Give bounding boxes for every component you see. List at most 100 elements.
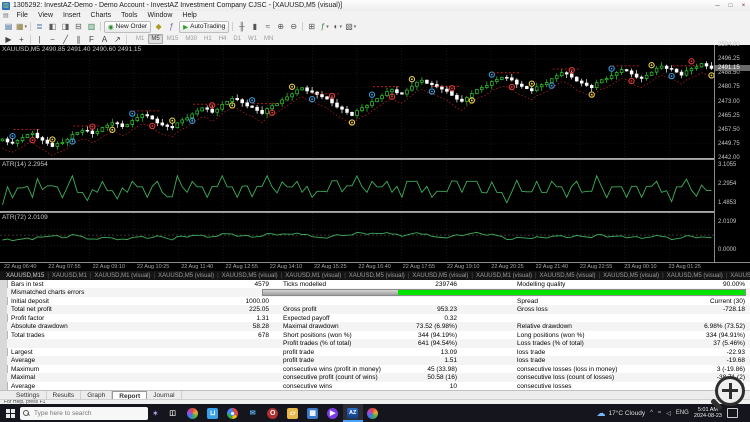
menu-tools[interactable]: Tools xyxy=(116,12,142,19)
file-explorer-icon[interactable]: ▱ xyxy=(283,404,303,422)
data-window-icon[interactable]: ◧ xyxy=(46,21,59,32)
price-axis-column[interactable]: 2504.00 2496.25 2488.50 2480.75 2473.00 2465.… xyxy=(714,42,750,262)
menu-window[interactable]: Window xyxy=(142,12,177,19)
menu-insert[interactable]: Insert xyxy=(58,12,86,19)
menu-file[interactable]: File xyxy=(12,12,33,19)
zoom-overlay-icon[interactable] xyxy=(709,376,747,414)
text-label-icon[interactable]: A xyxy=(98,34,111,45)
timeframe-h1-button[interactable]: H1 xyxy=(201,34,215,44)
metaeditor-icon[interactable]: ◆ xyxy=(152,21,165,32)
timeframe-mn-button[interactable]: MN xyxy=(261,34,276,44)
report-value: 1.31 xyxy=(256,314,269,322)
chart-window-tab[interactable]: XAUUSD,M5 (visual) xyxy=(346,273,408,279)
chart-window-tab[interactable]: XAUUSD,M1 (visual) xyxy=(91,273,153,279)
indicator2-axis-label: 2.0109 xyxy=(718,219,737,225)
timeframe-m15-button[interactable]: M15 xyxy=(164,34,182,44)
main-chart-canvas[interactable] xyxy=(0,45,714,158)
chart-window-tab[interactable]: XAUUSD,M5 (visual) xyxy=(600,273,662,279)
bar-chart-icon[interactable]: ╫ xyxy=(235,21,248,32)
minimize-button[interactable]: ─ xyxy=(711,0,724,11)
new-chart-icon[interactable]: ▤ xyxy=(2,21,15,32)
chart-window-tab[interactable]: XAUUSD,M1 xyxy=(49,273,90,279)
timeframe-m5-button[interactable]: M5 xyxy=(148,34,163,44)
chart-window-tab[interactable]: XAUUSD,M5 (visual) xyxy=(664,273,726,279)
tray-chevron-icon[interactable]: ^ xyxy=(650,410,653,416)
templates-icon[interactable]: ▧ ▾ xyxy=(344,21,357,32)
indicator1-window[interactable]: ATR(14) 2.2954 xyxy=(0,160,714,211)
report-label: Bars in test xyxy=(11,281,44,288)
line-chart-icon[interactable]: ≈ xyxy=(261,21,274,32)
menu-bar-items: File View Insert Charts Tools Window Help xyxy=(12,12,202,19)
taskbar-search[interactable] xyxy=(20,406,148,420)
arrow-objects-icon[interactable]: ↗ xyxy=(111,34,124,45)
report-label: consecutive loss (count of losses) xyxy=(517,374,615,382)
crosshair-icon[interactable]: + xyxy=(15,34,28,45)
strategy-tester-icon[interactable]: ▥ xyxy=(85,21,98,32)
menu-charts[interactable]: Charts xyxy=(86,12,117,19)
timeframe-d1-button[interactable]: D1 xyxy=(230,34,244,44)
metatrader-window: ▥ 1305292: InvestAZ-Demo - Demo Account … xyxy=(0,0,750,422)
indicator1-canvas[interactable] xyxy=(0,160,714,211)
price-axis-label: 2449.75 xyxy=(718,140,740,147)
investaz-terminal-icon[interactable]: AZ xyxy=(342,404,363,422)
navigator-icon[interactable]: ◨ xyxy=(59,21,72,32)
autotrading-button[interactable]: ▶ AutoTrading xyxy=(179,20,230,33)
trendline-icon[interactable]: ╱ xyxy=(59,34,72,45)
browser-app-icon[interactable]: O xyxy=(263,404,283,422)
tray-network-icon[interactable]: ≈ xyxy=(658,410,661,416)
chart-region[interactable]: XAUUSD,M5 2490.85 2491.40 2490.60 2491.1… xyxy=(0,42,750,272)
report-value: 1000.00 xyxy=(245,297,270,305)
indicators-icon[interactable]: ƒ ▾ xyxy=(318,21,331,32)
menu-view[interactable]: View xyxy=(33,12,58,19)
chart-window-tab[interactable]: XAUUSD,M5 (visual) xyxy=(537,273,599,279)
timeframe-h4-button[interactable]: H4 xyxy=(216,34,230,44)
report-rows: Bars in test 4579 Ticks modelled 239746 Mode… xyxy=(7,280,750,390)
market-watch-icon[interactable]: ≣ xyxy=(33,21,46,32)
fibonacci-icon[interactable]: F xyxy=(85,34,98,45)
terminal-icon[interactable]: ⊟ xyxy=(72,21,85,32)
chart-window-tab[interactable]: XAUUSD,M15 (visual) xyxy=(727,273,750,279)
copilot-icon[interactable]: ✶ xyxy=(152,409,159,418)
periods-icon[interactable]: ◐ ▾ xyxy=(331,21,344,32)
start-button[interactable] xyxy=(0,404,20,422)
media-player-icon[interactable]: ▶ xyxy=(323,404,343,422)
vertical-line-icon[interactable]: | xyxy=(33,34,46,45)
expert-advisors-icon[interactable]: ƒ xyxy=(165,21,178,32)
chart-window-tab[interactable]: XAUUSD,M1 (visual) xyxy=(282,273,344,279)
chrome-icon[interactable] xyxy=(223,404,243,422)
profiles-icon[interactable]: ▦ ▾ xyxy=(15,21,28,32)
new-order-button[interactable]: ◉ New Order xyxy=(104,20,152,33)
candlestick-chart-icon[interactable]: ▮ xyxy=(248,21,261,32)
tile-windows-icon[interactable]: ⊞ xyxy=(305,21,318,32)
indicator2-window[interactable]: ATR(72) 2.0109 xyxy=(0,213,714,262)
horizontal-line-icon[interactable]: − xyxy=(46,34,59,45)
weather-widget[interactable]: ☁ 17°C Cloudy xyxy=(597,408,646,419)
chart-window-tab[interactable]: XAUUSD,M5 (visual) xyxy=(219,273,281,279)
chart-window-tab[interactable]: XAUUSD,M5 (visual) xyxy=(155,273,217,279)
report-value: 45 (33.98) xyxy=(427,365,457,373)
calculator-app-icon[interactable]: ▦ xyxy=(303,404,323,422)
search-input[interactable] xyxy=(32,408,136,418)
timeframe-m1-button[interactable]: M1 xyxy=(133,34,147,44)
cursor-icon[interactable]: ▶ xyxy=(2,34,15,45)
maximize-button[interactable]: □ xyxy=(724,0,737,11)
zoom-in-icon[interactable]: ⊕ xyxy=(274,21,287,32)
paint-app-icon[interactable] xyxy=(363,404,383,422)
menu-help[interactable]: Help xyxy=(177,12,201,19)
timeframe-w1-button[interactable]: W1 xyxy=(245,34,260,44)
chart-window-tab[interactable]: XAUUSD,M1 (visual) xyxy=(473,273,535,279)
store-app-icon[interactable]: ⊔ xyxy=(203,404,223,422)
zoom-out-icon[interactable]: ⊖ xyxy=(287,21,300,32)
photos-app-icon[interactable] xyxy=(183,404,203,422)
timeframe-m30-button[interactable]: M30 xyxy=(182,34,200,44)
tray-volume-icon[interactable]: ◁ xyxy=(666,410,671,417)
chart-window-tab[interactable]: XAUUSD,M15 xyxy=(3,273,47,279)
indicator2-canvas[interactable] xyxy=(0,213,714,262)
main-chart-window[interactable]: XAUUSD,M5 2490.85 2491.40 2490.60 2491.1… xyxy=(0,45,714,158)
task-view-icon[interactable]: ◫ xyxy=(163,404,183,422)
mail-app-icon[interactable]: ✉ xyxy=(243,404,263,422)
language-indicator[interactable]: ENG xyxy=(676,410,689,416)
channel-icon[interactable]: ∥ xyxy=(72,34,85,45)
chart-window-tab[interactable]: XAUUSD,M5 (visual) xyxy=(409,273,471,279)
close-button[interactable]: × xyxy=(737,0,750,11)
